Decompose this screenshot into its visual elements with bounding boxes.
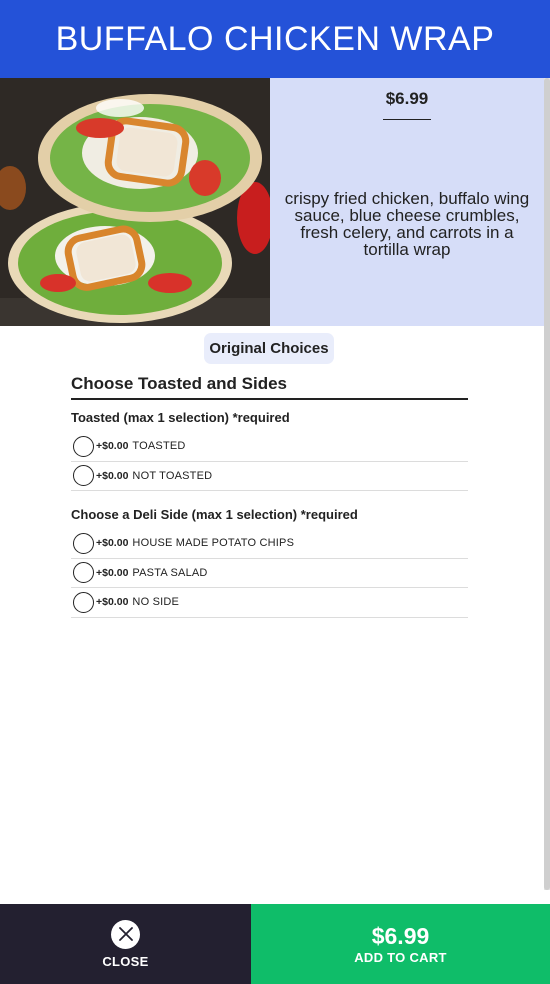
section-title: Choose Toasted and Sides	[71, 374, 468, 400]
wrap-photo-illustration	[0, 78, 270, 326]
option-no-side[interactable]: +$0.00 NO SIDE	[71, 588, 468, 618]
radio-icon[interactable]	[73, 591, 94, 613]
footer-bar: CLOSE $6.99 ADD TO CART	[0, 904, 550, 984]
cart-price: $6.99	[371, 923, 430, 949]
option-label: NOT TOASTED	[132, 469, 213, 482]
group-title-deli-side: Choose a Deli Side (max 1 selection) *re…	[71, 507, 358, 522]
option-price: +$0.00	[96, 566, 129, 579]
scrollbar[interactable]	[544, 78, 550, 890]
close-button[interactable]: CLOSE	[0, 904, 251, 984]
item-photo	[0, 78, 270, 326]
option-label: PASTA SALAD	[132, 566, 208, 579]
add-to-cart-button[interactable]: $6.99 ADD TO CART	[251, 904, 550, 984]
item-info-panel: $6.99 crispy fried chicken, buffalo wing…	[270, 78, 544, 326]
option-price: +$0.00	[96, 596, 129, 609]
close-icon[interactable]	[111, 919, 140, 949]
option-potato-chips[interactable]: +$0.00 HOUSE MADE POTATO CHIPS	[71, 529, 468, 559]
original-choices-tab[interactable]: Original Choices	[204, 333, 334, 364]
item-description: crispy fried chicken, buffalo wing sauce…	[284, 189, 530, 259]
option-label: NO SIDE	[132, 596, 180, 609]
close-label: CLOSE	[102, 953, 149, 969]
radio-icon[interactable]	[73, 562, 94, 584]
option-price: +$0.00	[96, 469, 129, 482]
option-price: +$0.00	[96, 537, 129, 550]
option-label: HOUSE MADE POTATO CHIPS	[132, 537, 295, 550]
option-label: TOASTED	[132, 440, 186, 453]
radio-icon[interactable]	[73, 532, 94, 554]
option-price: +$0.00	[96, 440, 129, 453]
radio-icon[interactable]	[73, 465, 94, 487]
item-hero: $6.99 crispy fried chicken, buffalo wing…	[0, 78, 544, 326]
item-price: $6.99	[383, 89, 431, 120]
option-toasted[interactable]: +$0.00 TOASTED	[71, 432, 468, 462]
choices-section: Choose Toasted and Sides Toasted (max 1 …	[71, 374, 468, 618]
option-not-toasted[interactable]: +$0.00 NOT TOASTED	[71, 462, 468, 491]
scrollbar-thumb[interactable]	[544, 78, 550, 890]
radio-icon[interactable]	[73, 435, 94, 457]
group-title-toasted: Toasted (max 1 selection) *required	[71, 410, 290, 425]
item-title: BUFFALO CHICKEN WRAP	[0, 0, 550, 78]
option-pasta-salad[interactable]: +$0.00 PASTA SALAD	[71, 559, 468, 588]
add-to-cart-label: ADD TO CART	[354, 950, 447, 965]
